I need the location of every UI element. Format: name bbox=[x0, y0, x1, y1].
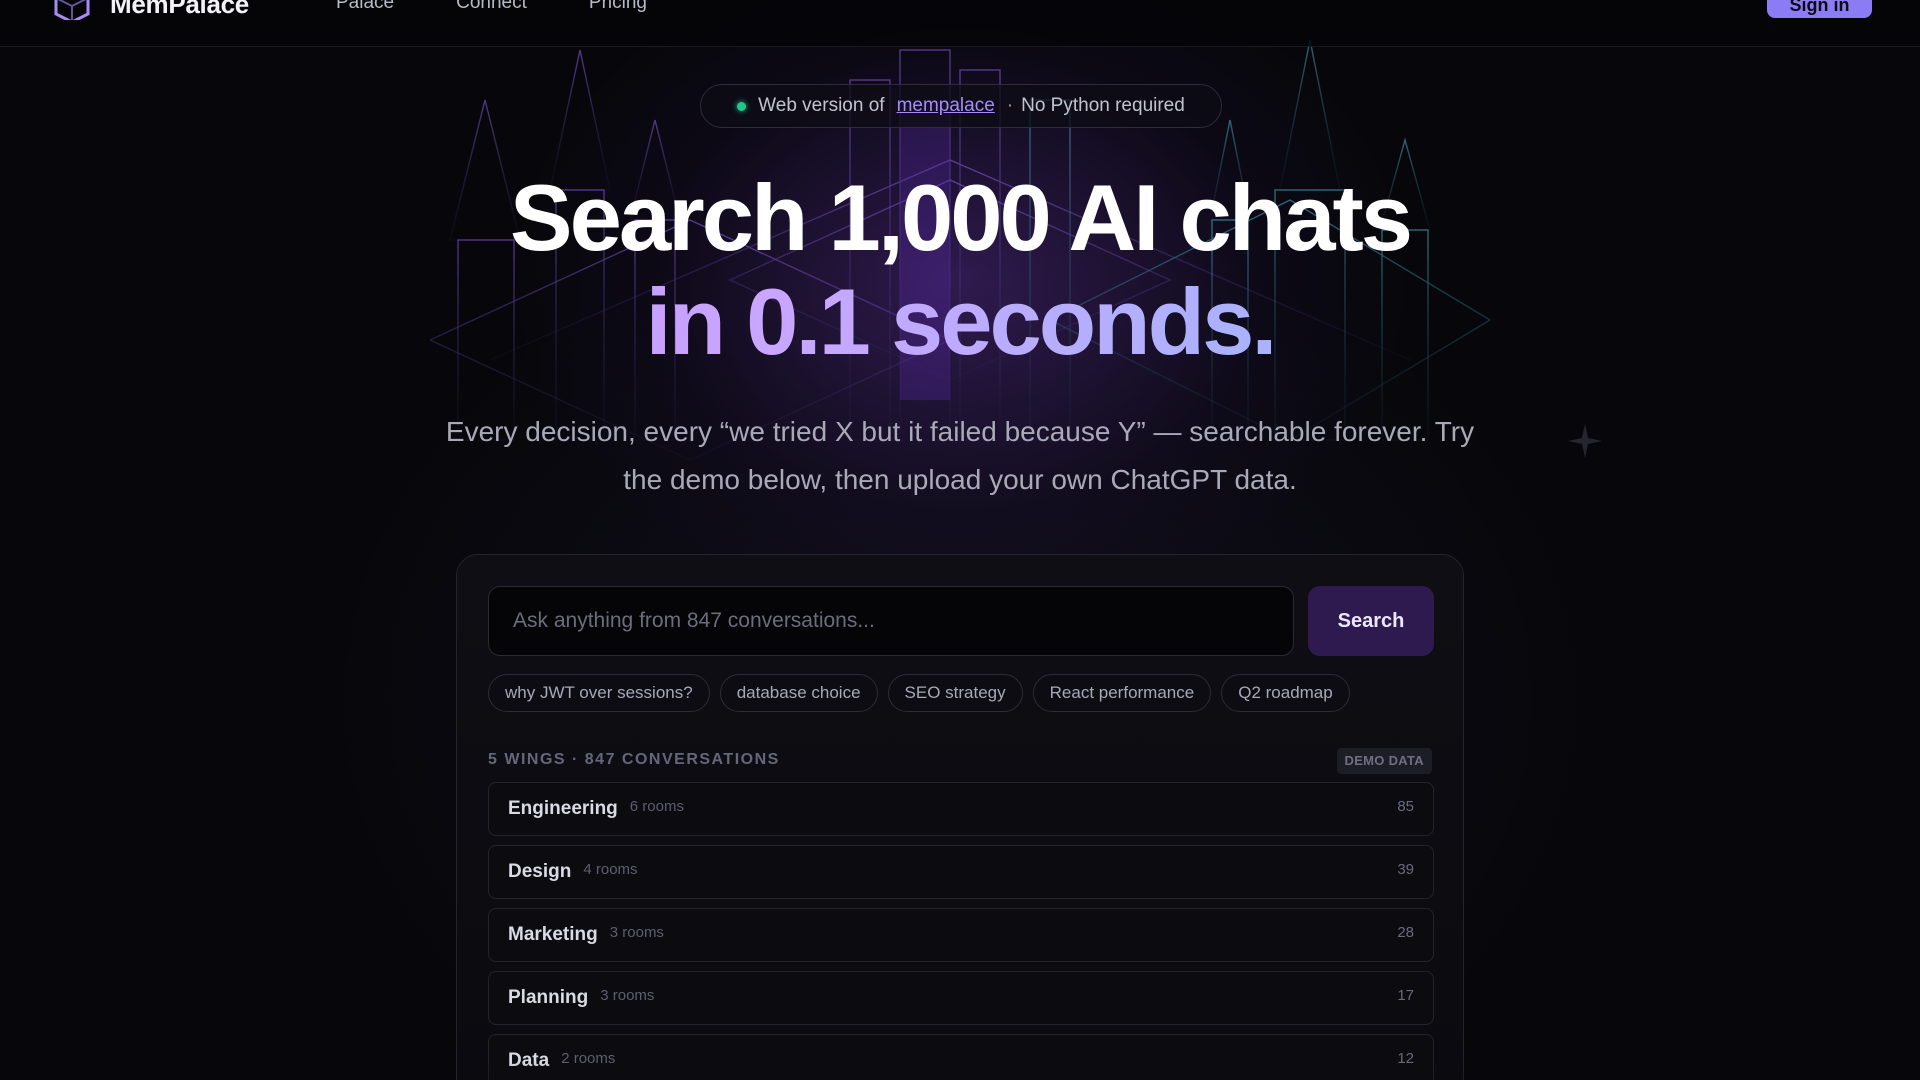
wing-count: 85 bbox=[1397, 798, 1414, 815]
suggestion-chip[interactable]: React performance bbox=[1032, 674, 1212, 712]
wing-count: 17 bbox=[1397, 987, 1414, 1004]
sign-in-button[interactable]: Sign in bbox=[1767, 0, 1872, 18]
cube-logo-icon bbox=[54, 0, 90, 20]
suggestion-chip[interactable]: SEO strategy bbox=[887, 674, 1023, 712]
mempalace-link[interactable]: mempalace bbox=[897, 95, 995, 117]
wing-rooms: 6 rooms bbox=[629, 797, 684, 815]
suggestion-chip[interactable]: Q2 roadmap bbox=[1221, 674, 1350, 712]
wing-name: Design bbox=[508, 861, 572, 882]
wing-count: 28 bbox=[1397, 924, 1414, 941]
search-card: Search why JWT over sessions? database c… bbox=[456, 554, 1465, 1080]
wing-row-design[interactable]: Design 4 rooms 39 bbox=[488, 845, 1434, 899]
nav-link-palace[interactable]: Palace bbox=[336, 0, 394, 14]
suggestion-chips: why JWT over sessions? database choice S… bbox=[488, 674, 1350, 712]
wing-rooms: 3 rooms bbox=[609, 923, 664, 941]
announcement-pill: Web version of mempalace · No Python req… bbox=[700, 84, 1222, 128]
search-button[interactable]: Search bbox=[1308, 586, 1434, 656]
sparkle-icon bbox=[1568, 424, 1602, 458]
wing-count: 12 bbox=[1397, 1050, 1414, 1067]
brand-name: MemPalace bbox=[110, 0, 249, 19]
nav-link-pricing[interactable]: Pricing bbox=[589, 0, 647, 14]
brand[interactable]: MemPalace bbox=[52, 0, 249, 20]
pill-separator: · bbox=[1006, 95, 1014, 116]
wings-summary: 5 WINGS · 847 CONVERSATIONS bbox=[488, 751, 780, 768]
wing-row-data[interactable]: Data 2 rooms 12 bbox=[488, 1034, 1434, 1080]
wing-count: 39 bbox=[1397, 861, 1414, 878]
nav-link-connect[interactable]: Connect bbox=[456, 0, 527, 14]
search-input[interactable] bbox=[488, 586, 1294, 656]
hero-subtitle: Every decision, every “we tried X but it… bbox=[445, 416, 1475, 495]
hero-title-line1: Search 1,000 AI chats bbox=[509, 165, 1413, 270]
wing-name: Engineering bbox=[508, 798, 618, 819]
nav-links: Palace Connect Pricing bbox=[336, 0, 647, 14]
wing-rooms: 2 rooms bbox=[561, 1049, 616, 1067]
suggestion-chip[interactable]: database choice bbox=[719, 674, 878, 712]
wing-name: Planning bbox=[508, 987, 589, 1008]
wing-name: Data bbox=[508, 1050, 550, 1071]
page: MemPalace Palace Connect Pricing Sign in… bbox=[0, 0, 1920, 1080]
wing-rooms: 3 rooms bbox=[600, 986, 655, 1004]
hero-title-line2: in 0.1 seconds. bbox=[0, 270, 1920, 374]
pill-suffix: No Python required bbox=[1021, 95, 1185, 116]
demo-data-badge: DEMO DATA bbox=[1336, 748, 1432, 774]
suggestion-chip[interactable]: why JWT over sessions? bbox=[488, 674, 710, 712]
pill-prefix: Web version of bbox=[758, 95, 885, 116]
wing-rooms: 4 rooms bbox=[583, 860, 638, 878]
wing-row-marketing[interactable]: Marketing 3 rooms 28 bbox=[488, 908, 1434, 962]
top-navigation: MemPalace Palace Connect Pricing Sign in bbox=[0, 0, 1920, 47]
green-dot-icon bbox=[737, 101, 747, 111]
wing-list: Engineering 6 rooms 85 Design 4 rooms 39… bbox=[488, 782, 1434, 1080]
wing-name: Marketing bbox=[508, 924, 598, 945]
wing-row-engineering[interactable]: Engineering 6 rooms 85 bbox=[488, 782, 1434, 836]
wing-row-planning[interactable]: Planning 3 rooms 17 bbox=[488, 971, 1434, 1025]
hero-title: Search 1,000 AI chats in 0.1 seconds. bbox=[0, 166, 1920, 374]
